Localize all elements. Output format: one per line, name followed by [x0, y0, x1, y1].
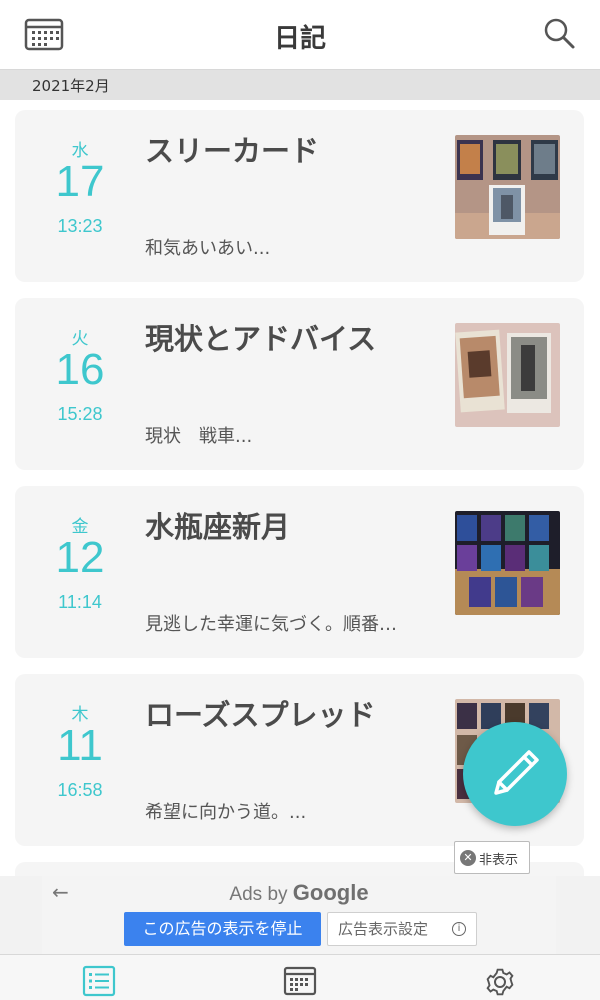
pencil-icon [494, 750, 539, 795]
entry-excerpt: 現状 戦車... [145, 426, 253, 447]
entry-excerpt: 和気あいあい... [145, 238, 271, 259]
entry-excerpt: 希望に向かう道。... [145, 802, 307, 823]
entry-excerpt: 見逃した幸運に気づく。順番… [145, 614, 397, 635]
info-icon: i [452, 922, 466, 936]
entry-thumbnail [455, 323, 560, 427]
new-entry-button[interactable] [463, 722, 567, 826]
google-label: Google [292, 880, 369, 905]
gear-icon [486, 968, 514, 996]
entry-time: 11:14 [58, 592, 102, 612]
tab-calendar[interactable] [283, 965, 317, 997]
ad-settings-label: 広告表示設定 [338, 920, 429, 938]
entry-day: 17 [55, 157, 105, 206]
ads-by-google: Ads by Google [42, 880, 556, 906]
tab-settings[interactable] [483, 965, 517, 997]
diary-entry-card[interactable]: 水 17 13:23 スリーカード 和気あいあい... [15, 110, 584, 282]
ad-settings-button[interactable]: 広告表示設定 i [327, 912, 477, 946]
list-icon [82, 965, 116, 997]
entry-thumbnail [455, 135, 560, 239]
entry-title: ローズスプレッド [145, 698, 376, 732]
entry-day: 16 [55, 345, 105, 394]
entry-time: 16:58 [57, 780, 103, 800]
top-bar: 日記 [0, 0, 600, 70]
stop-ad-button[interactable]: この広告の表示を停止 [124, 912, 321, 946]
diary-entry-card[interactable]: 金 12 11:14 水瓶座新月 見逃した幸運に気づく。順番… [15, 486, 584, 658]
ad-banner: ← Ads by Google この広告の表示を停止 広告表示設定 i [42, 876, 556, 954]
entry-day: 11 [57, 721, 103, 770]
hide-ad-label: 非表示 [479, 853, 519, 868]
hide-ad-button[interactable]: ✕ 非表示 [454, 841, 530, 874]
tab-list[interactable] [82, 965, 116, 997]
diary-entry-card[interactable]: 火 16 15:28 現状とアドバイス 現状 戦車... [15, 298, 584, 470]
entry-title: スリーカード [145, 134, 320, 168]
entry-title: 水瓶座新月 [145, 510, 291, 544]
close-icon: ✕ [460, 850, 476, 866]
page-title: 日記 [273, 24, 326, 54]
ads-by-label: Ads by [229, 884, 288, 905]
entry-title: 現状とアドバイス [145, 322, 377, 356]
entry-day: 12 [55, 533, 105, 582]
calendar-icon [283, 966, 317, 996]
month-section-header: 2021年2月 [0, 70, 600, 100]
bottom-tab-bar [0, 954, 600, 1000]
entry-thumbnail [455, 511, 560, 615]
entry-time: 13:23 [57, 216, 103, 236]
entry-time: 15:28 [57, 404, 103, 424]
search-icon[interactable] [542, 16, 578, 52]
